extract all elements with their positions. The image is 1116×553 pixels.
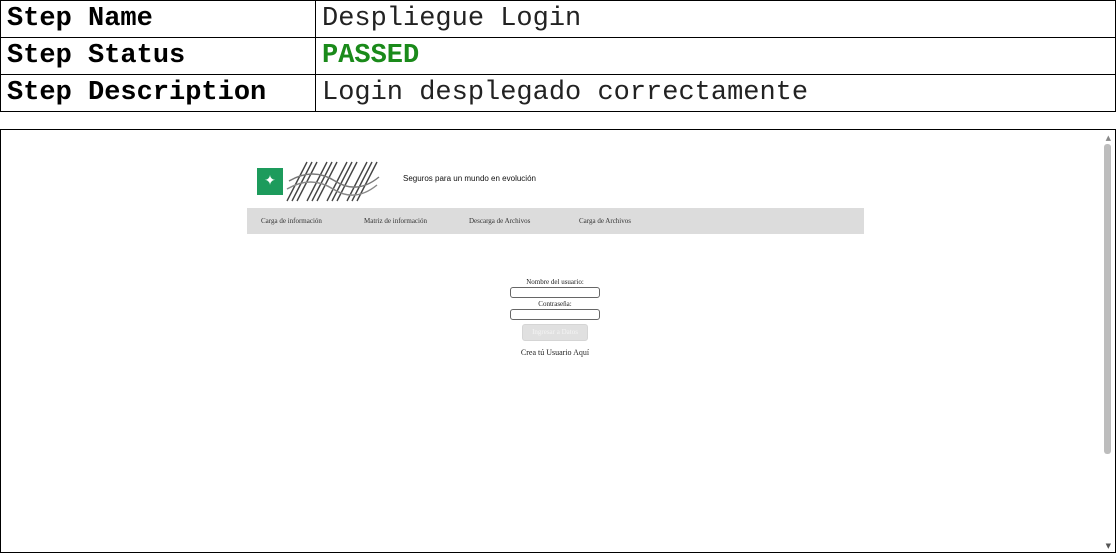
step-table: Step Name Despliegue Login Step Status P… [0,0,1116,112]
top-nav: Carga de información Matriz de informaci… [247,208,864,234]
password-input[interactable] [510,309,600,320]
create-user-text: Crea tú Usuario [520,348,572,357]
screenshot-frame: ✦ Seguros para un mundo en evolución Car… [0,129,1116,553]
username-input[interactable] [510,287,600,298]
step-name-key: Step Name [0,0,316,38]
step-status-value: PASSED [315,37,1116,75]
step-name-value: Despliegue Login [315,0,1116,38]
scroll-down-arrow-icon[interactable]: ▼ [1106,542,1111,550]
step-description-key: Step Description [0,74,316,112]
nav-matriz-informacion[interactable]: Matriz de información [364,217,427,225]
step-report: Step Name Despliegue Login Step Status P… [0,0,1116,553]
bnp-star-logo-icon: ✦ [257,168,283,195]
login-page: ✦ Seguros para un mundo en evolución Car… [1,130,1101,552]
nav-carga-archivos[interactable]: Carga de Archivos [579,217,631,225]
step-status-row: Step Status PASSED [0,37,1116,75]
create-user-link[interactable]: Aquí [573,348,589,357]
step-name-row: Step Name Despliegue Login [0,0,1116,38]
nav-carga-informacion[interactable]: Carga de información [261,217,322,225]
star-icon: ✦ [264,173,276,189]
scrollbar-thumb[interactable] [1104,144,1111,454]
step-description-row: Step Description Login desplegado correc… [0,74,1116,112]
password-label: Contraseña: [538,300,572,308]
submit-button[interactable]: Ingresar a Datos [522,324,588,341]
brand-swirl-logo-icon [286,161,380,202]
login-form: Nombre del usuario: Contraseña: Ingresar… [1,278,1109,357]
nav-descarga-archivos[interactable]: Descarga de Archivos [469,217,530,225]
scroll-up-arrow-icon[interactable]: ▲ [1106,134,1111,142]
step-status-key: Step Status [0,37,316,75]
step-description-value: Login desplegado correctamente [315,74,1116,112]
username-label: Nombre del usuario: [526,278,584,286]
tagline: Seguros para un mundo en evolución [403,174,536,183]
create-user-line: Crea tú Usuario Aquí [1,348,1109,357]
